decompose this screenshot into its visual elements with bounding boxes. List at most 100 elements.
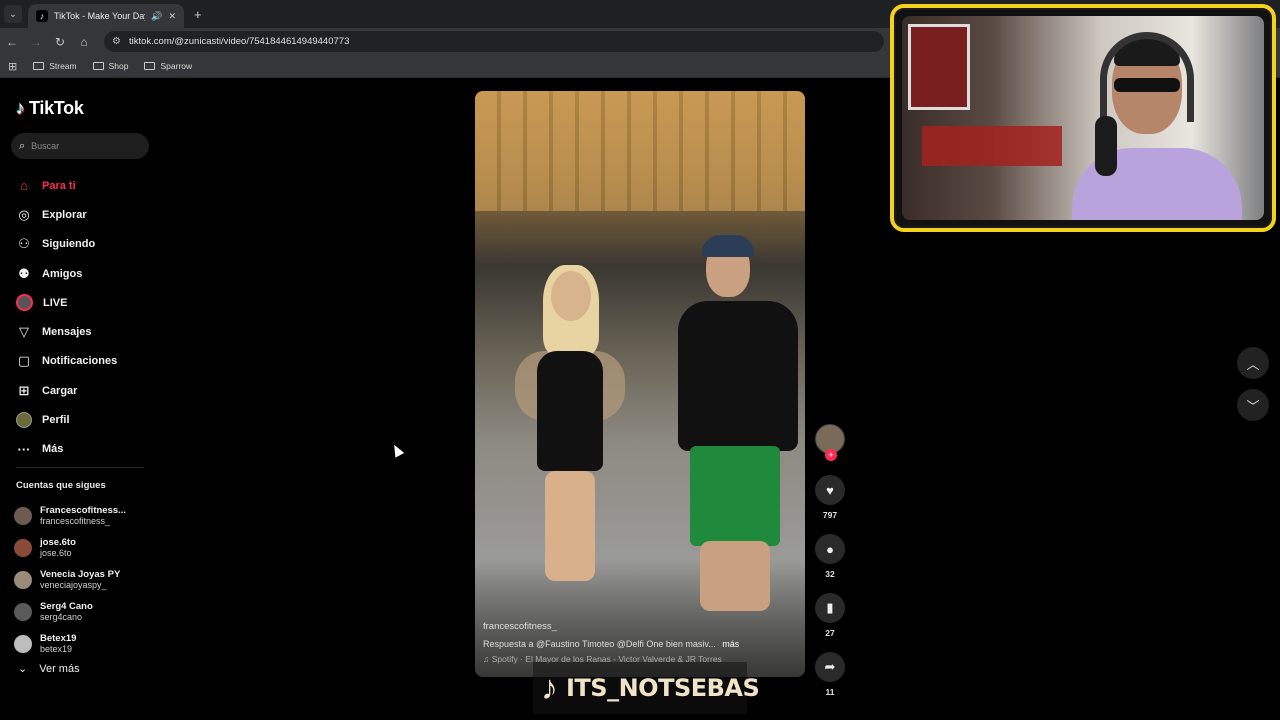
search-box[interactable]: ⌕ bbox=[11, 133, 149, 159]
save-button[interactable]: ▮ bbox=[815, 593, 845, 623]
account-name: jose.6to bbox=[40, 537, 76, 548]
bookmark-label: Sparrow bbox=[160, 61, 193, 71]
video-person-right bbox=[670, 235, 805, 621]
menu-item-amigos[interactable]: ⚉ Amigos bbox=[16, 259, 117, 288]
folder-icon bbox=[144, 62, 156, 70]
following-list: Francescofitness... francescofitness_ jo… bbox=[14, 500, 126, 660]
main-menu: ⌂ Para ti ◎ Explorar ⚇ Siguiendo ⚉ Amigo… bbox=[16, 171, 117, 464]
compass-icon: ◎ bbox=[18, 206, 30, 222]
tiktok-logo[interactable]: ♪ TikTok bbox=[16, 98, 84, 119]
comment-count: 32 bbox=[825, 569, 835, 579]
share-icon: ➦ bbox=[824, 659, 836, 674]
reload-icon[interactable]: ↻ bbox=[48, 35, 72, 49]
caption-tail: bien masiv... bbox=[665, 639, 716, 649]
site-info-icon[interactable]: ⚙ bbox=[112, 36, 121, 47]
video-player[interactable]: francescofitness_ Respuesta a @Faustino … bbox=[475, 91, 805, 677]
avatar bbox=[14, 539, 32, 557]
more-icon: ··· bbox=[17, 441, 31, 457]
menu-item-perfil[interactable]: Perfil bbox=[16, 405, 117, 434]
menu-item-notificaciones[interactable]: ▢ Notificaciones bbox=[16, 347, 117, 376]
menu-item-siguiendo[interactable]: ⚇ Siguiendo bbox=[16, 230, 117, 259]
menu-label: Mensajes bbox=[42, 326, 92, 339]
bookmark-label: Stream bbox=[49, 61, 77, 71]
watermark-text: ITS_NOTSEBAS bbox=[566, 674, 760, 702]
account-handle: betex19 bbox=[40, 644, 73, 654]
chevron-down-icon: ﹀ bbox=[1246, 398, 1260, 414]
avatar bbox=[14, 635, 32, 653]
tab-close-icon[interactable]: ✕ bbox=[168, 11, 176, 22]
creator-avatar[interactable]: + bbox=[815, 424, 845, 461]
messages-icon: ▽ bbox=[19, 324, 29, 340]
menu-label: Notificaciones bbox=[42, 355, 118, 368]
search-icon: ⌕ bbox=[19, 139, 26, 152]
home-icon: ⌂ bbox=[20, 178, 28, 194]
bookmark-label: Shop bbox=[108, 61, 129, 71]
url-field[interactable]: ⚙ tiktok.com/@zunicasti/video/7541844614… bbox=[104, 31, 884, 52]
account-item[interactable]: Venecia Joyas PY veneciajoyaspy_ bbox=[14, 564, 126, 596]
bookmark-icon: ▮ bbox=[826, 600, 834, 615]
search-input[interactable] bbox=[31, 141, 132, 151]
heart-icon: ♥ bbox=[826, 482, 834, 498]
folder-icon bbox=[33, 62, 45, 70]
menu-label: Más bbox=[42, 443, 64, 456]
like-button[interactable]: ♥ bbox=[815, 475, 845, 505]
account-name: Venecia Joyas PY bbox=[40, 569, 121, 580]
show-more-label: Ver más bbox=[39, 662, 80, 675]
tiktok-note-icon: ♪ bbox=[16, 98, 25, 118]
avatar bbox=[14, 507, 32, 525]
avatar bbox=[14, 571, 32, 589]
menu-item-mas[interactable]: ··· Más bbox=[16, 435, 117, 464]
account-item[interactable]: Betex19 betex19 bbox=[14, 628, 126, 660]
account-handle: serg4cano bbox=[40, 612, 83, 622]
tab-title: TikTok - Make Your Day bbox=[54, 11, 146, 21]
follow-plus-icon[interactable]: + bbox=[825, 449, 837, 461]
account-name: Francescofitness... bbox=[40, 505, 127, 516]
comment-button[interactable]: ● bbox=[815, 534, 845, 564]
previous-video-button[interactable]: ︿ bbox=[1237, 347, 1269, 379]
menu-label: Siguiendo bbox=[42, 238, 96, 251]
account-handle: veneciajoyaspy_ bbox=[40, 580, 107, 590]
browser-tab[interactable]: ♪ TikTok - Make Your Day 🔊 ✕ bbox=[28, 4, 184, 28]
account-item[interactable]: Serg4 Cano serg4cano bbox=[14, 596, 126, 628]
menu-item-explorar[interactable]: ◎ Explorar bbox=[16, 200, 117, 229]
logo-text: TikTok bbox=[29, 98, 84, 118]
video-username[interactable]: francescofitness_ bbox=[483, 621, 557, 632]
account-item[interactable]: jose.6to jose.6to bbox=[14, 532, 126, 564]
webcam-overlay bbox=[890, 4, 1276, 232]
menu-label: Perfil bbox=[42, 414, 70, 427]
apps-grid-icon[interactable]: ⊞ bbox=[8, 60, 17, 73]
menu-item-mensajes[interactable]: ▽ Mensajes bbox=[16, 317, 117, 346]
account-handle: jose.6to bbox=[40, 548, 72, 558]
bookmark-stream[interactable]: Stream bbox=[33, 61, 77, 71]
chevron-down-icon: ⌄ bbox=[18, 663, 28, 675]
forward-icon[interactable]: → bbox=[24, 35, 48, 49]
webcam-feed bbox=[902, 16, 1264, 220]
tab-audio-icon[interactable]: 🔊 bbox=[151, 11, 162, 22]
upload-icon: ⊞ bbox=[18, 382, 30, 398]
share-count: 11 bbox=[825, 687, 835, 697]
tiktok-favicon-icon: ♪ bbox=[36, 10, 48, 22]
chevron-up-icon: ︿ bbox=[1246, 356, 1260, 372]
caption-text: Respuesta a @Faustino Timoteo @Delfi One bbox=[483, 639, 664, 649]
menu-item-live[interactable]: LIVE bbox=[16, 288, 117, 317]
profile-icon bbox=[16, 412, 32, 429]
comment-icon: ● bbox=[826, 541, 834, 557]
menu-item-para-ti[interactable]: ⌂ Para ti bbox=[16, 171, 117, 200]
account-item[interactable]: Francescofitness... francescofitness_ bbox=[14, 500, 126, 532]
share-button[interactable]: ➦ bbox=[815, 652, 845, 682]
folder-icon bbox=[92, 62, 104, 70]
menu-label: Cargar bbox=[42, 384, 78, 397]
tab-search-icon[interactable]: ⌄ bbox=[4, 5, 22, 23]
next-video-button[interactable]: ﹀ bbox=[1237, 389, 1269, 421]
bookmark-shop[interactable]: Shop bbox=[92, 61, 129, 71]
following-title: Cuentas que sigues bbox=[16, 480, 106, 491]
caption-more-link[interactable]: más bbox=[722, 639, 739, 649]
new-tab-icon[interactable]: + bbox=[194, 7, 202, 22]
action-rail: + ♥ 797 ● 32 ▮ 27 ➦ 11 bbox=[815, 424, 847, 697]
menu-item-cargar[interactable]: ⊞ Cargar bbox=[16, 376, 117, 405]
back-icon[interactable]: ← bbox=[0, 35, 24, 49]
bookmark-sparrow[interactable]: Sparrow bbox=[144, 61, 192, 71]
home-page-icon[interactable]: ⌂ bbox=[72, 35, 96, 49]
show-more-button[interactable]: ⌄ Ver más bbox=[18, 662, 80, 676]
video-caption: Respuesta a @Faustino Timoteo @Delfi One… bbox=[483, 639, 799, 649]
